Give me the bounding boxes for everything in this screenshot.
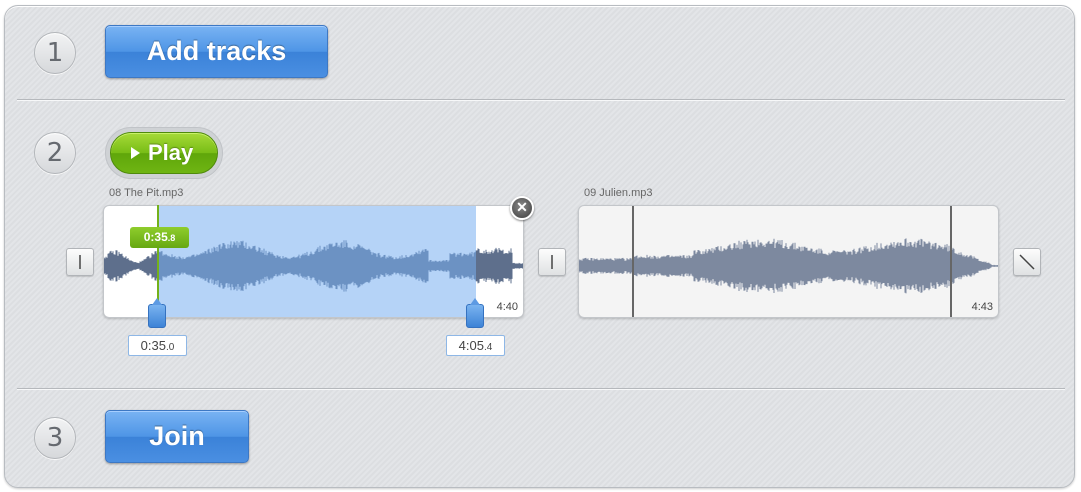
selection-start-time-field[interactable]: 0:35.0 [128, 335, 187, 356]
track-1-duration: 4:40 [496, 301, 518, 313]
track-1-filename: 08 The Pit.mp3 [109, 187, 184, 199]
step-number-3: 3 [34, 417, 76, 459]
play-button[interactable]: Play [110, 132, 218, 174]
close-icon: ✕ [516, 199, 528, 215]
track-1-selection[interactable] [159, 206, 476, 317]
selection-start-handle[interactable] [148, 298, 166, 328]
track-2-end-marker[interactable] [950, 206, 952, 317]
join-button[interactable]: Join [105, 410, 249, 463]
fade-out-icon [1019, 254, 1035, 270]
playhead-time-frac: .8 [167, 233, 176, 243]
track-2-start-marker[interactable] [632, 206, 634, 317]
step-number-2: 2 [34, 132, 76, 174]
play-icon [131, 147, 140, 159]
playhead-time-label: 0:35.8 [130, 227, 189, 248]
play-button-wrap: Play [105, 127, 223, 179]
selection-end-handle[interactable] [466, 298, 484, 328]
track-2-waveform-graphic [579, 238, 998, 294]
fade-in-icon [79, 255, 81, 269]
crossfade-icon [551, 255, 553, 269]
fade-in-button[interactable] [66, 248, 94, 276]
end-time-frac: .4 [483, 342, 493, 353]
end-time-main: 4:05 [458, 338, 484, 353]
track-2-duration: 4:43 [971, 301, 993, 313]
step-number-1: 1 [34, 32, 76, 74]
play-label: Play [148, 140, 194, 165]
selection-end-time-field[interactable]: 4:05.4 [446, 335, 505, 356]
fade-out-button[interactable] [1013, 248, 1041, 276]
track-1-waveform[interactable]: 4:40 [103, 205, 524, 318]
add-tracks-button[interactable]: Add tracks [105, 25, 328, 78]
track-2-filename: 09 Julien.mp3 [584, 187, 653, 199]
start-time-frac: .0 [165, 342, 175, 353]
step-divider [17, 388, 1065, 390]
playhead-time-main: 0:35 [143, 230, 168, 244]
crossfade-button[interactable] [538, 248, 566, 276]
remove-track-button[interactable]: ✕ [510, 196, 534, 220]
start-time-main: 0:35 [140, 338, 166, 353]
track-2-waveform[interactable]: 4:43 [578, 205, 999, 318]
playhead-line[interactable] [157, 205, 159, 308]
step-divider [17, 99, 1065, 101]
